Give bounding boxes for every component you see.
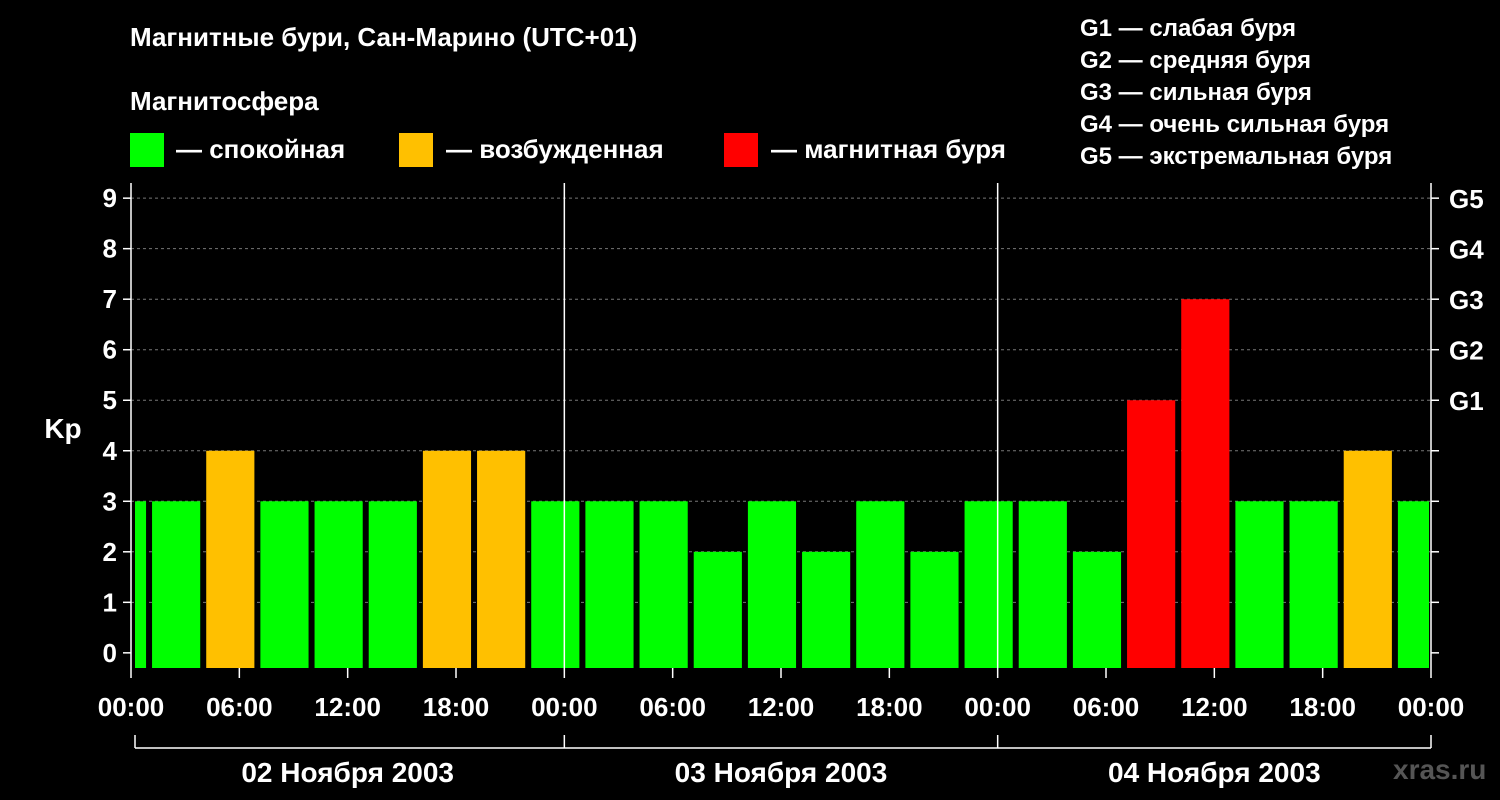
kp-bar xyxy=(747,501,797,668)
kp-bar xyxy=(368,501,417,668)
x-tick-label: 00:00 xyxy=(964,692,1031,722)
kp-bar xyxy=(531,501,580,668)
day-label: 03 Ноября 2003 xyxy=(675,757,888,788)
kp-bar xyxy=(693,551,742,668)
y-tick-label: 6 xyxy=(103,335,117,365)
kp-bar xyxy=(1181,299,1230,668)
y-tick-label: 0 xyxy=(103,638,117,668)
kp-bar xyxy=(152,501,201,668)
day-label: 02 Ноября 2003 xyxy=(241,757,454,788)
watermark: xras.ru xyxy=(1393,754,1487,785)
y-tick-label: 7 xyxy=(103,284,117,314)
g-level-label: G1 xyxy=(1449,386,1484,416)
kp-bar xyxy=(802,551,851,668)
g-level-label: G5 xyxy=(1449,184,1484,214)
g-level-label: G2 xyxy=(1449,336,1484,366)
y-axis-label: Kp xyxy=(44,413,81,444)
y-tick-label: 2 xyxy=(103,537,117,567)
kp-bar xyxy=(206,450,255,668)
x-tick-label: 18:00 xyxy=(1289,692,1356,722)
kp-bar xyxy=(585,501,634,668)
x-tick-label: 18:00 xyxy=(423,692,490,722)
g-level-label: G4 xyxy=(1449,235,1484,265)
x-tick-label: 06:00 xyxy=(206,692,273,722)
kp-bar xyxy=(260,501,309,668)
y-tick-label: 8 xyxy=(103,234,117,264)
day-label: 04 Ноября 2003 xyxy=(1108,757,1321,788)
kp-bar xyxy=(1072,551,1122,668)
x-tick-label: 06:00 xyxy=(1073,692,1140,722)
kp-bar xyxy=(856,501,905,668)
kp-bar xyxy=(964,501,1013,668)
kp-bar xyxy=(1127,400,1176,668)
y-tick-label: 1 xyxy=(103,587,117,617)
kp-bar xyxy=(477,450,526,668)
x-tick-label: 00:00 xyxy=(98,692,165,722)
x-tick-label: 12:00 xyxy=(1181,692,1248,722)
x-tick-label: 12:00 xyxy=(314,692,381,722)
x-tick-label: 00:00 xyxy=(531,692,598,722)
kp-bar xyxy=(135,501,147,668)
y-tick-label: 3 xyxy=(103,486,117,516)
x-tick-label: 18:00 xyxy=(856,692,923,722)
x-tick-label: 00:00 xyxy=(1398,692,1465,722)
y-tick-label: 5 xyxy=(103,385,117,415)
kp-bar xyxy=(1018,501,1067,668)
kp-bar xyxy=(1343,450,1392,668)
g-level-label: G3 xyxy=(1449,285,1484,315)
x-tick-label: 12:00 xyxy=(748,692,815,722)
kp-bar xyxy=(1397,501,1429,668)
kp-bar xyxy=(639,501,688,668)
x-tick-label: 06:00 xyxy=(639,692,706,722)
kp-bar xyxy=(314,501,363,668)
y-tick-label: 9 xyxy=(103,183,117,213)
kp-bar xyxy=(1289,501,1338,668)
y-tick-label: 4 xyxy=(103,436,118,466)
kp-bar xyxy=(422,450,472,668)
kp-bar xyxy=(1235,501,1284,668)
kp-bar xyxy=(910,551,959,668)
kp-bar-chart: 0 1 2 3 4 5 6 7 8 9 G1 G2 G3 G4 G5 Kp 00:00 06:00 12:00 18:… xyxy=(44,183,1484,788)
